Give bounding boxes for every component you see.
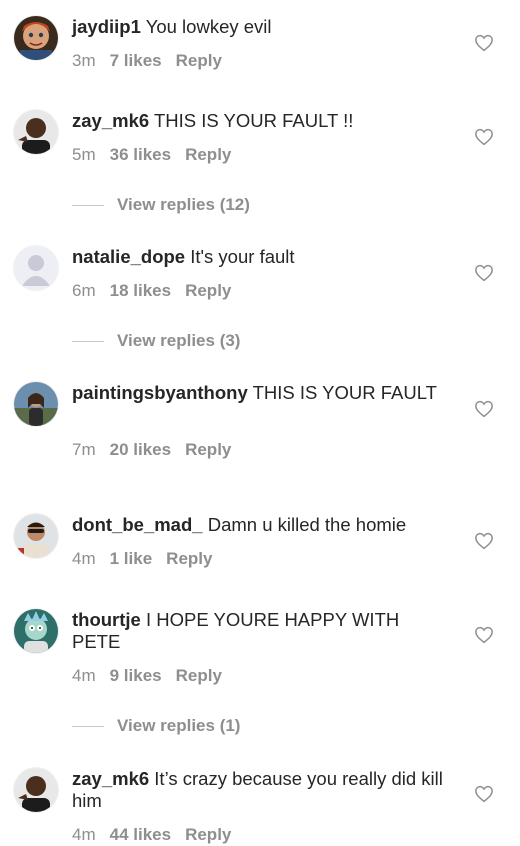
- reply-button[interactable]: Reply: [176, 51, 222, 70]
- comment-username[interactable]: zay_mk6: [72, 110, 149, 131]
- woman-portrait-avatar[interactable]: [14, 382, 58, 426]
- comment-time: 3m: [72, 51, 96, 70]
- view-replies-label[interactable]: View replies (3): [117, 331, 240, 351]
- heart-outline-icon[interactable]: [474, 532, 494, 550]
- view-replies-button[interactable]: View replies (3): [72, 330, 240, 352]
- man-portrait-avatar[interactable]: [14, 110, 58, 154]
- comment-meta: 3m 7 likes Reply: [72, 51, 236, 71]
- comment-text: dont_be_mad_ Damn u killed the homie: [72, 514, 452, 536]
- comment-time: 5m: [72, 145, 96, 164]
- comment-time: 7m: [72, 440, 96, 459]
- comment-body: Damn u killed the homie: [207, 514, 407, 535]
- comment-text: zay_mk6 It’s crazy because you really di…: [72, 768, 452, 812]
- comment-time: 4m: [72, 666, 96, 685]
- comment-username[interactable]: thourtje: [72, 609, 141, 630]
- reply-button[interactable]: Reply: [185, 281, 231, 300]
- comment-text: zay_mk6 THIS IS YOUR FAULT !!: [72, 110, 452, 132]
- view-replies-label[interactable]: View replies (1): [117, 716, 240, 736]
- man-portrait-avatar[interactable]: [14, 768, 58, 812]
- comment-meta: 6m 18 likes Reply: [72, 281, 245, 301]
- reply-button[interactable]: Reply: [176, 666, 222, 685]
- comment-likes[interactable]: 18 likes: [110, 281, 171, 300]
- reply-button[interactable]: Reply: [185, 145, 231, 164]
- divider-line: [72, 204, 104, 206]
- comment-body: THIS IS YOUR FAULT !!: [153, 110, 354, 131]
- view-replies-label[interactable]: View replies (12): [117, 195, 250, 215]
- comment-username[interactable]: natalie_dope: [72, 246, 185, 267]
- reply-button[interactable]: Reply: [166, 549, 212, 568]
- comment-likes[interactable]: 44 likes: [110, 825, 171, 844]
- comment-likes[interactable]: 1 like: [110, 549, 153, 568]
- divider-line: [72, 725, 104, 727]
- comment-username[interactable]: jaydiip1: [72, 16, 141, 37]
- comment-body: You lowkey evil: [145, 16, 272, 37]
- comment-likes[interactable]: 36 likes: [110, 145, 171, 164]
- chucky-doll-avatar[interactable]: [14, 16, 58, 60]
- heart-outline-icon[interactable]: [474, 34, 494, 52]
- view-replies-button[interactable]: View replies (1): [72, 715, 240, 737]
- comment-text: paintingsbyanthony THIS IS YOUR FAULT: [72, 382, 452, 404]
- comment-likes[interactable]: 9 likes: [110, 666, 162, 685]
- comment-username[interactable]: dont_be_mad_: [72, 514, 203, 535]
- comment-meta: 5m 36 likes Reply: [72, 145, 245, 165]
- comment-time: 6m: [72, 281, 96, 300]
- comment-meta: 4m 44 likes Reply: [72, 825, 245, 845]
- default-profile-avatar[interactable]: [14, 246, 58, 290]
- comment-text: jaydiip1 You lowkey evil: [72, 16, 452, 38]
- comment-meta: 4m 9 likes Reply: [72, 666, 236, 686]
- comment-time: 4m: [72, 549, 96, 568]
- comment-text: thourtje I HOPE YOURE HAPPY WITH PETE: [72, 609, 452, 653]
- heart-outline-icon[interactable]: [474, 128, 494, 146]
- comment-likes[interactable]: 7 likes: [110, 51, 162, 70]
- reply-button[interactable]: Reply: [185, 440, 231, 459]
- comment-meta: 4m 1 like Reply: [72, 549, 226, 569]
- heart-outline-icon[interactable]: [474, 400, 494, 418]
- comment-time: 4m: [72, 825, 96, 844]
- divider-line: [72, 340, 104, 342]
- comment-body: It's your fault: [190, 246, 295, 267]
- heart-outline-icon[interactable]: [474, 785, 494, 803]
- comment-meta: 7m 20 likes Reply: [72, 440, 245, 460]
- comment-username[interactable]: zay_mk6: [72, 768, 149, 789]
- view-replies-button[interactable]: View replies (12): [72, 194, 250, 216]
- cartoon-character-avatar[interactable]: [14, 609, 58, 653]
- heart-outline-icon[interactable]: [474, 626, 494, 644]
- comment-username[interactable]: paintingsbyanthony: [72, 382, 248, 403]
- man-sunglasses-avatar[interactable]: [14, 514, 58, 558]
- reply-button[interactable]: Reply: [185, 825, 231, 844]
- comment-body: THIS IS YOUR FAULT: [252, 382, 437, 403]
- comment-likes[interactable]: 20 likes: [110, 440, 171, 459]
- comment-text: natalie_dope It's your fault: [72, 246, 452, 268]
- heart-outline-icon[interactable]: [474, 264, 494, 282]
